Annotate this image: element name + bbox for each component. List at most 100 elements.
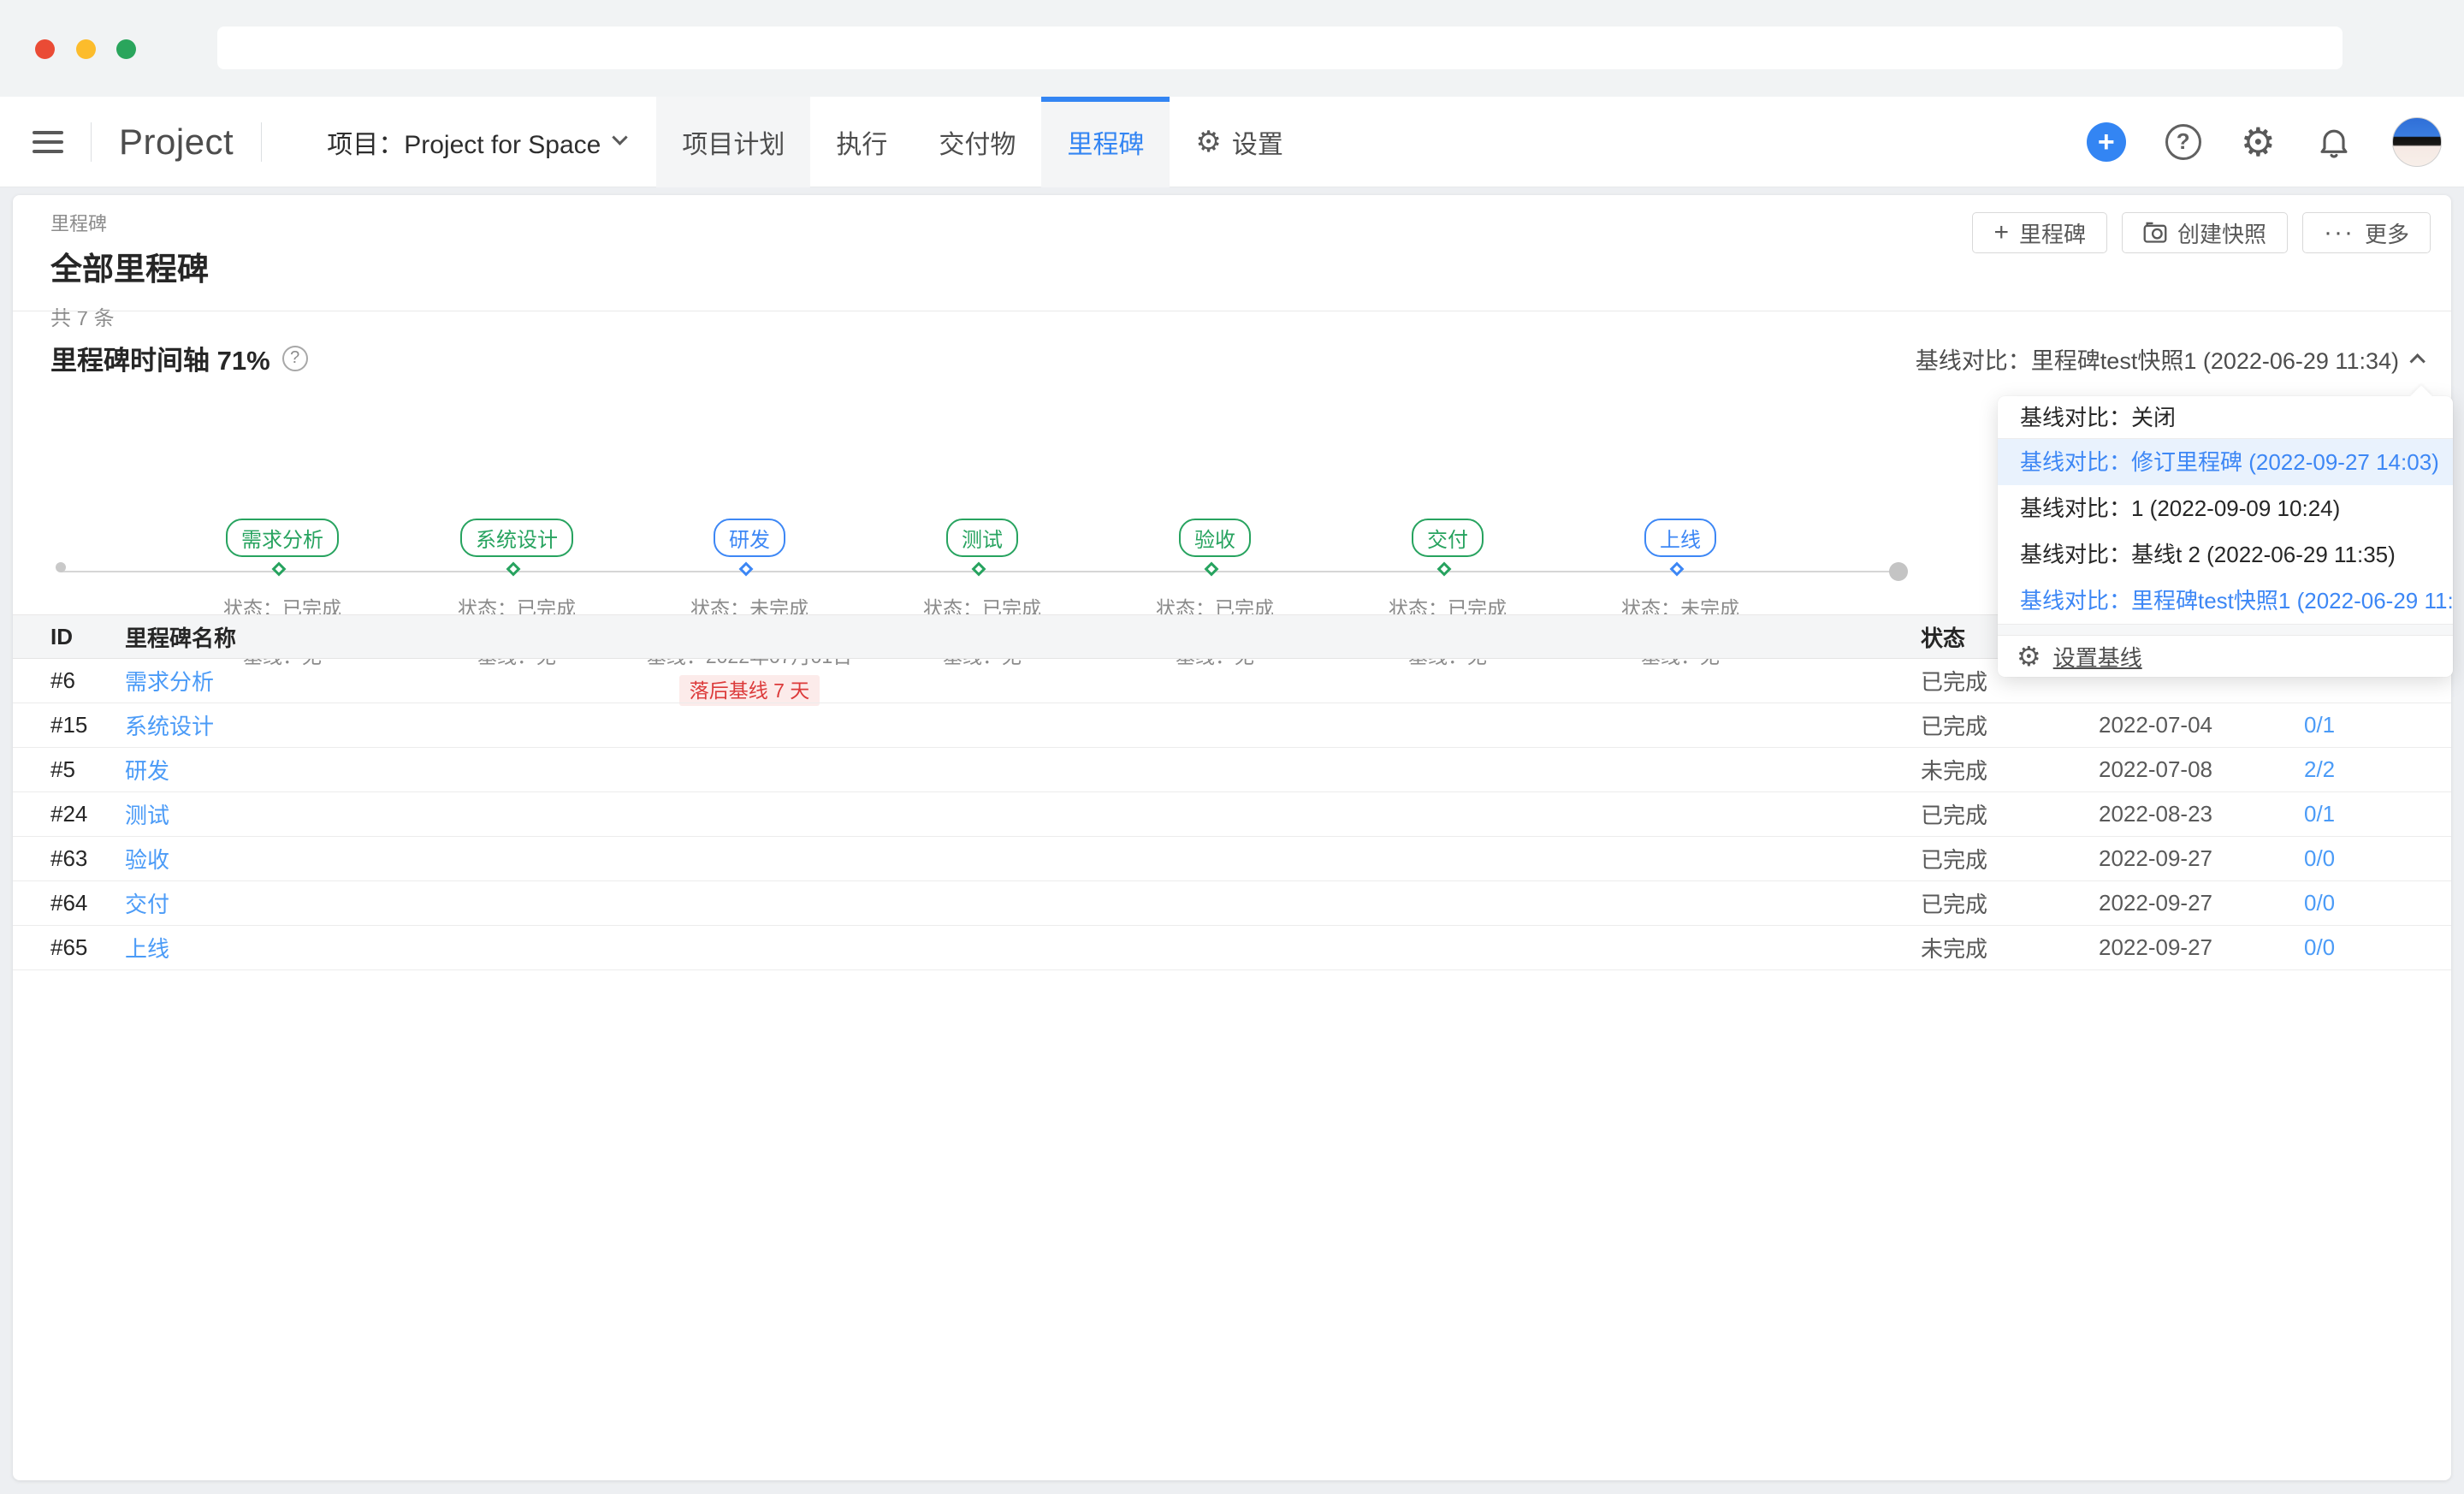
window-zoom-button[interactable]	[116, 39, 136, 59]
help-icon: ?	[2177, 128, 2190, 155]
milestone-status: 已完成	[1921, 843, 2099, 874]
gear-icon: ⚙	[2241, 122, 2276, 162]
notifications-button[interactable]	[2315, 123, 2353, 161]
set-baseline-button[interactable]: ⚙ 设置基线	[1998, 636, 2453, 677]
milestone-status: 已完成	[1921, 887, 2099, 919]
dropdown-item-baseline-1[interactable]: 基线对比：1 (2022-09-09 10:24)	[1998, 485, 2453, 531]
milestone-fraction-link[interactable]: 0/1	[2304, 801, 2335, 827]
milestone-fraction-link[interactable]: 0/0	[2304, 845, 2335, 871]
baseline-compare-label: 基线对比：里程碑test快照1 (2022-06-29 11:34)	[1916, 342, 2399, 376]
milestone-id: #24	[13, 801, 125, 827]
milestone-fraction-link[interactable]: 0/0	[2304, 890, 2335, 916]
milestone-name-link[interactable]: 需求分析	[125, 669, 214, 695]
tab-label: 执行	[836, 123, 887, 161]
dropdown-item-label: 基线对比：里程碑test快照1 (2022-06-29 11:34)	[2020, 588, 2453, 614]
timeline-start-dot	[56, 562, 66, 572]
project-selector-label: 项目：Project for Space	[327, 123, 601, 161]
milestone-name-link[interactable]: 研发	[125, 758, 169, 784]
more-label: 更多	[2365, 217, 2409, 249]
ellipsis-icon: ···	[2324, 220, 2354, 246]
plus-icon: +	[2098, 127, 2115, 157]
window-close-button[interactable]	[35, 39, 55, 59]
milestone-pill[interactable]: 系统设计	[460, 519, 573, 557]
milestone-name-link[interactable]: 上线	[125, 936, 169, 962]
dropdown-separator	[1998, 624, 2453, 636]
create-button[interactable]: +	[2087, 122, 2126, 162]
milestone-id: #15	[13, 712, 125, 738]
milestone-card: 里程碑 全部里程碑 共 7 条 + 里程碑 创建快照 ···	[13, 195, 2451, 1480]
milestone-status: 已完成	[1921, 798, 2099, 830]
milestone-date: 2022-08-23	[2099, 801, 2304, 827]
timeline-end-dot	[1889, 562, 1908, 581]
tab-execute[interactable]: 执行	[810, 97, 913, 187]
hamburger-menu-icon[interactable]	[33, 131, 63, 153]
set-baseline-label: 设置基线	[2053, 641, 2142, 673]
milestone-pill[interactable]: 测试	[946, 519, 1018, 557]
nav-divider	[91, 122, 92, 162]
table-row: #63 验收 已完成 2022-09-27 0/0	[13, 837, 2451, 881]
milestone-date: 2022-07-08	[2099, 756, 2304, 783]
page-background: 里程碑 全部里程碑 共 7 条 + 里程碑 创建快照 ···	[0, 188, 2464, 1494]
help-button[interactable]: ?	[2165, 124, 2201, 160]
milestone-pill[interactable]: 需求分析	[226, 519, 339, 557]
nav-icon-group: + ? ⚙	[2087, 117, 2442, 167]
dropdown-item-baseline-revision[interactable]: 基线对比：修订里程碑 (2022-09-27 14:03)	[1998, 439, 2453, 485]
project-selector[interactable]: 项目：Project for Space	[327, 123, 625, 161]
tab-label: 项目计划	[682, 123, 785, 161]
baseline-compare-dropdown: 基线对比：关闭 基线对比：修订里程碑 (2022-09-27 14:03) 基线…	[1998, 396, 2453, 677]
top-nav: Project 项目：Project for Space 项目计划 执行 交付物…	[0, 97, 2464, 187]
tab-settings[interactable]: ⚙ 设置	[1170, 97, 1308, 187]
help-glyph: ?	[290, 348, 299, 368]
milestone-pill[interactable]: 交付	[1412, 519, 1484, 557]
add-milestone-button[interactable]: + 里程碑	[1972, 212, 2107, 253]
milestone-name-link[interactable]: 交付	[125, 892, 169, 917]
milestone-date: 2022-09-27	[2099, 890, 2304, 916]
baseline-compare-selector[interactable]: 基线对比：里程碑test快照1 (2022-06-29 11:34)	[1916, 342, 2426, 376]
milestone-status: 未完成	[1921, 932, 2099, 963]
milestone-pill[interactable]: 研发	[714, 519, 785, 557]
milestone-fraction-link[interactable]: 2/2	[2304, 756, 2335, 782]
chevron-up-icon	[2409, 353, 2425, 369]
card-header: 里程碑 全部里程碑 共 7 条 + 里程碑 创建快照 ···	[13, 195, 2451, 311]
create-snapshot-button[interactable]: 创建快照	[2122, 212, 2288, 253]
dropdown-item-baseline-t2[interactable]: 基线对比：基线t 2 (2022-06-29 11:35)	[1998, 531, 2453, 578]
milestone-name-link[interactable]: 验收	[125, 847, 169, 873]
more-button[interactable]: ··· 更多	[2302, 212, 2431, 253]
tab-label: 交付物	[939, 123, 1016, 161]
milestone-id: #63	[13, 845, 125, 872]
milestone-fraction-link[interactable]: 0/0	[2304, 934, 2335, 960]
dropdown-item-baseline-off[interactable]: 基线对比：关闭	[1998, 396, 2453, 439]
milestone-fraction-link[interactable]: 0/1	[2304, 712, 2335, 738]
milestone-pill[interactable]: 上线	[1644, 519, 1716, 557]
table-row: #65 上线 未完成 2022-09-27 0/0	[13, 926, 2451, 970]
header-actions: + 里程碑 创建快照 ··· 更多	[1972, 212, 2431, 253]
tab-milestone[interactable]: 里程碑	[1041, 97, 1170, 187]
window-minimize-button[interactable]	[76, 39, 96, 59]
milestone-id: #6	[13, 667, 125, 694]
column-header-id: ID	[13, 624, 125, 650]
milestone-pill[interactable]: 验收	[1179, 519, 1251, 557]
tab-project-plan[interactable]: 项目计划	[656, 97, 810, 187]
add-milestone-label: 里程碑	[2019, 217, 2086, 249]
bell-icon	[2315, 123, 2353, 161]
tab-label: 设置	[1232, 123, 1283, 161]
timeline-help-icon[interactable]: ?	[282, 346, 308, 371]
tab-deliverable[interactable]: 交付物	[913, 97, 1041, 187]
address-bar[interactable]	[217, 27, 2343, 69]
timeline-title: 里程碑时间轴 71%	[50, 339, 270, 377]
milestone-name-link[interactable]: 测试	[125, 803, 169, 828]
settings-button[interactable]: ⚙	[2241, 122, 2276, 162]
milestone-date: 2022-07-04	[2099, 712, 2304, 738]
milestone-id: #65	[13, 934, 125, 961]
milestone-status: 已完成	[1921, 709, 2099, 741]
gear-icon: ⚙	[1195, 127, 1221, 157]
browser-chrome	[0, 0, 2464, 97]
table-row: #5 研发 未完成 2022-07-08 2/2	[13, 748, 2451, 792]
milestone-name-link[interactable]: 系统设计	[125, 714, 214, 739]
table-row: #15 系统设计 已完成 2022-07-04 0/1	[13, 703, 2451, 748]
table-row: #64 交付 已完成 2022-09-27 0/0	[13, 881, 2451, 926]
milestone-id: #64	[13, 890, 125, 916]
dropdown-item-baseline-snapshot1[interactable]: 基线对比：里程碑test快照1 (2022-06-29 11:34)✓	[1998, 578, 2453, 624]
avatar[interactable]	[2392, 117, 2442, 167]
camera-icon	[2143, 222, 2167, 244]
